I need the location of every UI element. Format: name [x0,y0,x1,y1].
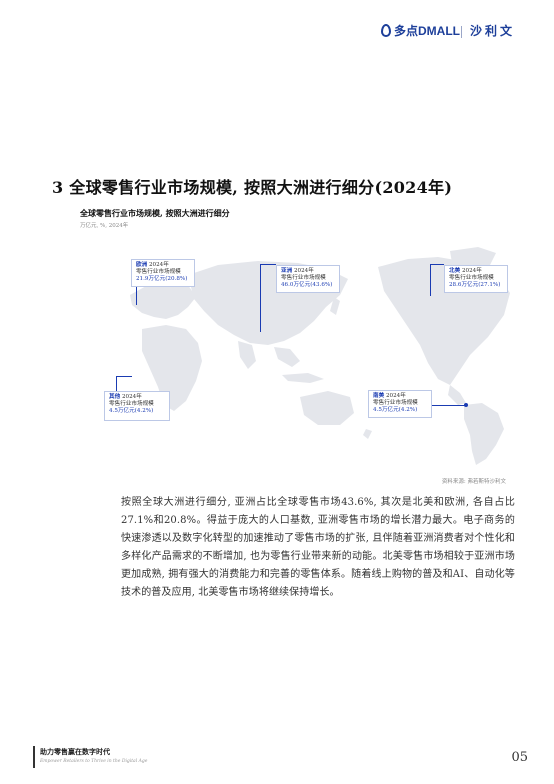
callout-year: 2024年 [293,268,314,274]
callout-leader [432,405,466,406]
callout-leader [430,264,431,296]
callout-year: 2024年 [461,268,482,274]
footer-subtitle: Empower Retailers to Thrive in the Digit… [40,759,148,764]
callout-leader [260,264,276,265]
callout-metric: 零售行业市场规模 [109,401,154,407]
callout-metric: 零售行业市场规模 [136,269,181,275]
callout-leader [260,264,261,332]
dmall-drop-icon [381,24,391,37]
region-name: 南美 [373,393,385,399]
callout-asia: 亚洲 2024年 零售行业市场规模 46.0万亿元(43.6%) [276,265,340,293]
region-value: 28.6万亿元(27.1%) [449,282,501,288]
footer-divider [33,746,35,768]
dmall-logo: 多点DMALL [381,22,460,39]
region-name: 其他 [109,394,121,400]
body-paragraph: 按照全球大洲进行细分, 亚洲占比全球零售市场43.6%, 其次是北美和欧洲, 各… [121,497,515,598]
region-name: 欧洲 [136,262,148,268]
region-value: 21.9万亿元(20.8%) [136,276,188,282]
callout-leader [430,264,444,265]
callout-leader [116,376,117,391]
callout-metric: 零售行业市场规模 [449,275,494,281]
callout-metric: 零售行业市场规模 [281,275,326,281]
page-number: 05 [511,750,528,765]
callout-south-america: 南美 2024年 零售行业市场规模 4.5万亿元(4.2%) [368,390,432,418]
chart-unit: 万亿元, %, 2024年 [80,223,129,229]
callout-dot [464,403,468,407]
region-value: 4.5万亿元(4.2%) [373,407,418,413]
callout-north-america: 北美 2024年 零售行业市场规模 28.6万亿元(27.1%) [444,265,508,293]
callout-leader [116,376,132,377]
dmall-brand-text: 多点DMALL [394,24,460,38]
region-name: 亚洲 [281,268,293,274]
chart-source: 资料来源: 弗若斯特沙利文 [441,479,506,485]
chart-title: 全球零售行业市场规模, 按照大洲进行细分 [80,208,230,218]
logo-divider [461,26,462,38]
callout-europe: 欧洲 2024年 零售行业市场规模 21.9万亿元(20.8%) [131,259,195,287]
callout-others: 其他 2024年 零售行业市场规模 4.5万亿元(4.2%) [104,391,170,421]
callout-leader [136,287,137,305]
callout-year: 2024年 [385,393,406,399]
region-name: 北美 [449,268,461,274]
shaliwen-logo: 沙利文 [470,24,516,38]
callout-metric: 零售行业市场规模 [373,400,418,406]
region-value: 46.0万亿元(43.6%) [281,282,333,288]
callout-year: 2024年 [121,394,142,400]
section-title: 3 全球零售行业市场规模, 按照大洲进行细分(2024年) [52,178,453,197]
footer-title: 助力零售赢在数字时代 [40,747,110,756]
region-value: 4.5万亿元(4.2%) [109,408,154,414]
callout-year: 2024年 [148,262,169,268]
